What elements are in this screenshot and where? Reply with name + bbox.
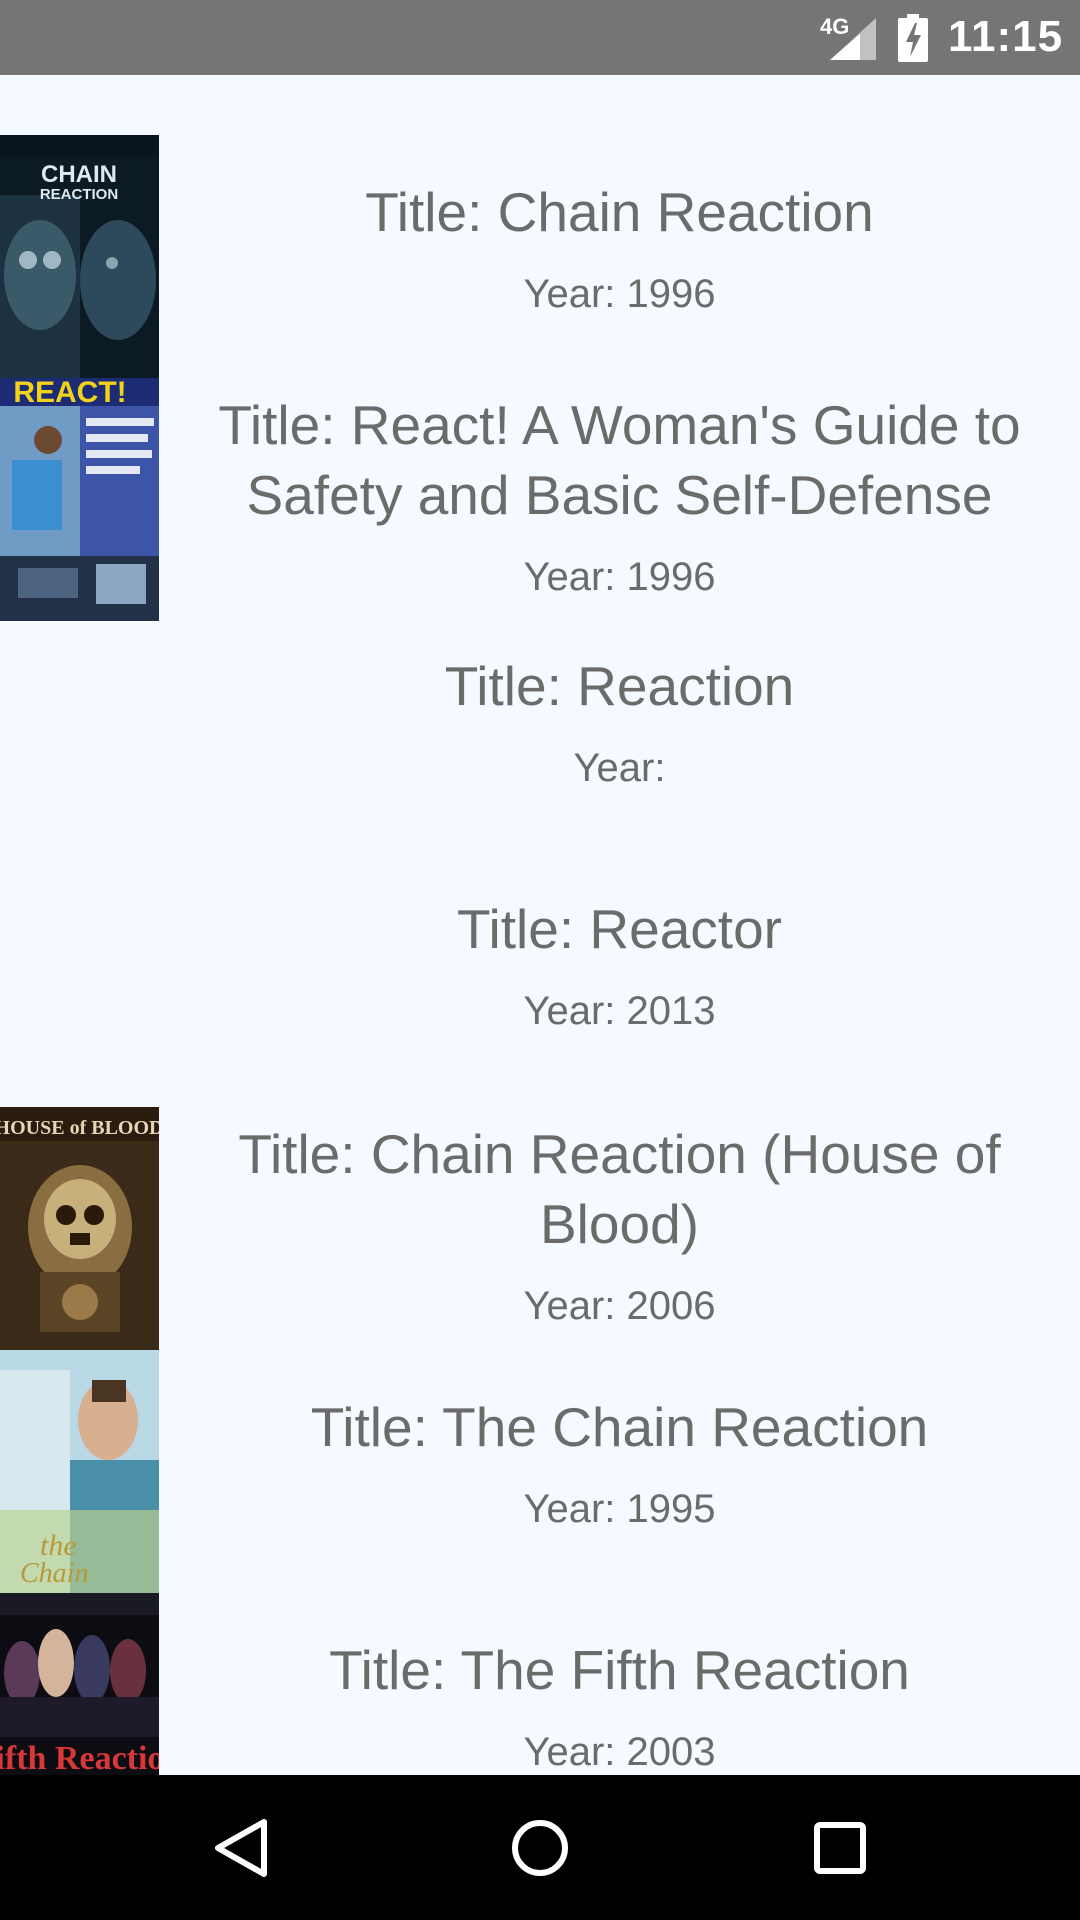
recents-square-icon [814,1821,866,1874]
svg-text:REACTION: REACTION [40,186,118,203]
movie-year: Year: 2013 [523,989,716,1033]
list-item[interactable]: Title: Reaction Year: [0,621,1080,864]
movie-info: Title: The Fifth Reaction Year: 2003 [159,1635,1080,1775]
signal-icon [830,18,876,60]
clock-time: 11:15 [948,12,1064,61]
movie-title: Title: Reactor [456,898,782,960]
movie-title: Title: React! A Woman's Guide to Safety … [218,394,1021,526]
list-item[interactable]: Title: Reactor Year: 2013 [0,864,1080,1107]
movie-info: Title: Chain Reaction Year: 1996 [159,177,1080,319]
movie-poster: HOUSE of BLOOD [0,1107,159,1350]
battery-charging-icon [898,14,928,62]
home-button[interactable] [460,1775,620,1920]
back-triangle-icon [215,1818,267,1877]
svg-text:REACT!: REACT! [13,378,126,409]
movie-year: Year: [573,746,666,790]
svg-text:Fifth Reaction: Fifth Reaction [0,1740,159,1775]
movie-info: Title: React! A Woman's Guide to Safety … [159,390,1080,602]
movie-title: Title: Chain Reaction (House of Blood) [238,1123,1001,1255]
movie-info: Title: Reactor Year: 2013 [159,894,1080,1036]
svg-text:HOUSE of BLOOD: HOUSE of BLOOD [0,1117,159,1139]
movie-info: Title: Chain Reaction (House of Blood) Y… [159,1119,1080,1331]
movie-poster: REACT! [0,378,159,621]
movie-year: Year: 1995 [523,1487,716,1531]
movie-poster: the Chain [0,1350,159,1593]
recents-button[interactable] [760,1775,920,1920]
movie-info: Title: Reaction Year: [159,651,1080,793]
svg-text:CHAIN: CHAIN [41,161,117,188]
list-item[interactable]: Fifth Reaction Title: The Fifth Reaction… [0,1593,1080,1775]
movie-poster: CHAIN REACTION [0,135,159,378]
movie-year: Year: 2003 [523,1730,716,1774]
movie-list[interactable]: CHAIN REACTION Title: Chain Reaction Yea… [0,75,1080,1775]
movie-title: Title: The Chain Reaction [310,1396,929,1458]
movie-info: Title: The Chain Reaction Year: 1995 [159,1392,1080,1534]
svg-text:Chain: Chain [20,1558,88,1589]
list-item[interactable]: the Chain Title: The Chain Reaction Year… [0,1350,1080,1593]
movie-title: Title: Chain Reaction [365,181,874,243]
navigation-bar [0,1775,1080,1920]
back-button[interactable] [160,1775,320,1920]
list-item[interactable]: REACT! Title: React! A Woman's Guide to … [0,378,1080,621]
home-circle-icon [512,1819,568,1876]
movie-year: Year: 1996 [523,272,716,316]
movie-poster: Fifth Reaction [0,1593,159,1775]
movie-year: Year: 1996 [523,555,716,599]
movie-title: Title: Reaction [444,655,795,717]
screen: 4G 11:15 CHAIN REACTION Title: Chain Rea… [0,0,1080,1920]
list-item[interactable]: CHAIN REACTION Title: Chain Reaction Yea… [0,135,1080,378]
status-bar: 4G 11:15 [0,0,1080,75]
movie-title: Title: The Fifth Reaction [329,1639,910,1701]
list-item[interactable]: HOUSE of BLOOD Title: Chain Reaction (Ho… [0,1107,1080,1350]
movie-year: Year: 2006 [523,1284,716,1328]
